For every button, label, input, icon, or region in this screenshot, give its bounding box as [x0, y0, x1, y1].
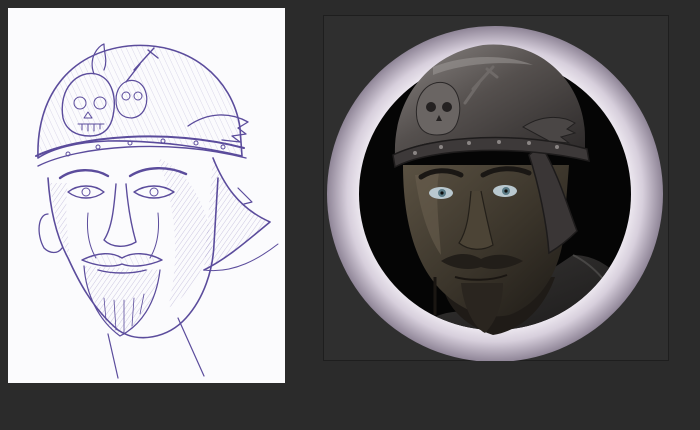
artwork-canvas	[0, 0, 700, 430]
pencil-sketch-image	[8, 8, 285, 383]
sketch-moustache	[81, 253, 163, 267]
painted-portrait-image	[323, 15, 669, 361]
sketch-beard	[83, 265, 161, 337]
painted-portrait-drawing	[327, 26, 663, 361]
sketch-drawing	[35, 43, 279, 379]
